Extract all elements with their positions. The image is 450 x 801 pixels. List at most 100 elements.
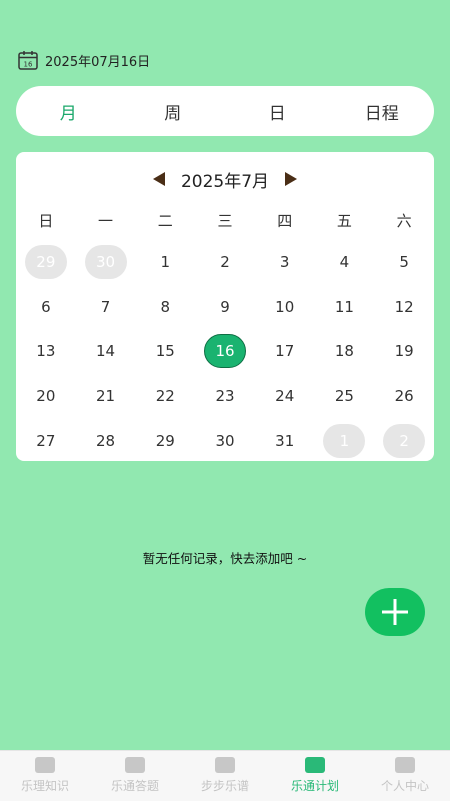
weekday-label: 五 bbox=[336, 212, 352, 230]
day-number: 15 bbox=[155, 342, 175, 361]
day-number: 13 bbox=[36, 342, 56, 361]
plus-icon bbox=[382, 599, 408, 625]
svg-text:16: 16 bbox=[24, 61, 33, 69]
tab-week[interactable]: 周 bbox=[121, 99, 226, 124]
tab-schedule[interactable]: 日程 bbox=[330, 99, 435, 124]
day-cell[interactable]: 26 bbox=[374, 374, 434, 419]
day-cell[interactable]: 27 bbox=[16, 418, 76, 463]
weekday-label: 二 bbox=[157, 212, 173, 230]
tab-day[interactable]: 日 bbox=[225, 99, 330, 124]
day-cell[interactable]: 9 bbox=[195, 285, 255, 330]
bottom-nav: 乐理知识 乐通答题 步步乐谱 乐通计划 个人中心 bbox=[0, 750, 450, 801]
weekday-label: 一 bbox=[98, 212, 114, 230]
day-cell[interactable]: 8 bbox=[135, 285, 195, 330]
day-number: 23 bbox=[215, 387, 235, 406]
day-number: 14 bbox=[96, 342, 116, 361]
current-date-row: 16 2025年07月16日 bbox=[17, 49, 150, 71]
nav-item-music-theory[interactable]: 乐理知识 bbox=[0, 751, 90, 801]
day-cell[interactable]: 11 bbox=[315, 285, 375, 330]
day-number: 17 bbox=[275, 342, 295, 361]
day-cell[interactable]: 14 bbox=[76, 329, 136, 374]
day-number: 12 bbox=[394, 297, 414, 316]
day-cell-adjacent-month[interactable]: 2 bbox=[374, 418, 434, 463]
nav-item-profile[interactable]: 个人中心 bbox=[360, 751, 450, 801]
day-number: 21 bbox=[96, 387, 116, 406]
view-tabs: 月 周 日 日程 bbox=[16, 86, 434, 136]
day-cell[interactable]: 2 bbox=[195, 240, 255, 285]
nav-item-quiz[interactable]: 乐通答题 bbox=[90, 751, 180, 801]
quiz-icon bbox=[125, 757, 145, 773]
day-cell-today[interactable]: 16 bbox=[195, 329, 255, 374]
day-cell[interactable]: 12 bbox=[374, 285, 434, 330]
calendar-card: 2025年7月 日一二三四五六 29 30 1 2 3 4 5 6 7 8 9 10 11 12 13 14 1… bbox=[16, 152, 434, 461]
day-cell[interactable]: 21 bbox=[76, 374, 136, 419]
day-number: 20 bbox=[36, 387, 56, 406]
day-number: 1 bbox=[323, 423, 366, 458]
day-cell[interactable]: 25 bbox=[315, 374, 375, 419]
day-cell[interactable]: 19 bbox=[374, 329, 434, 374]
day-number: 1 bbox=[160, 253, 171, 272]
prev-month-icon[interactable] bbox=[151, 171, 167, 187]
day-cell-adjacent-month[interactable]: 29 bbox=[16, 240, 76, 285]
day-cell-adjacent-month[interactable]: 30 bbox=[76, 240, 136, 285]
tab-month[interactable]: 月 bbox=[16, 99, 121, 124]
empty-state-message: 暂无任何记录，快去添加吧 ~ bbox=[142, 551, 308, 566]
day-number: 25 bbox=[334, 387, 354, 406]
day-number: 11 bbox=[334, 297, 354, 316]
music-theory-icon bbox=[35, 757, 55, 773]
day-cell[interactable]: 18 bbox=[315, 329, 375, 374]
day-cell[interactable]: 28 bbox=[76, 418, 136, 463]
nav-label: 乐理知识 bbox=[20, 779, 69, 793]
day-cell[interactable]: 13 bbox=[16, 329, 76, 374]
calendar-grid: 29 30 1 2 3 4 5 6 7 8 9 10 11 12 13 14 15 16 17 18 19 20 21 22 2… bbox=[16, 240, 434, 463]
profile-icon bbox=[395, 757, 415, 773]
nav-item-plan[interactable]: 乐通计划 bbox=[270, 751, 360, 801]
day-cell[interactable]: 17 bbox=[255, 329, 315, 374]
day-cell[interactable]: 4 bbox=[315, 240, 375, 285]
day-cell[interactable]: 23 bbox=[195, 374, 255, 419]
day-number: 7 bbox=[100, 297, 111, 316]
day-cell[interactable]: 30 bbox=[195, 418, 255, 463]
day-number: 3 bbox=[279, 253, 290, 272]
weekday-label: 三 bbox=[217, 212, 233, 230]
day-cell[interactable]: 15 bbox=[135, 329, 195, 374]
day-number: 22 bbox=[155, 387, 175, 406]
weekday-label: 日 bbox=[38, 212, 54, 230]
next-month-icon[interactable] bbox=[283, 171, 299, 187]
day-number: 29 bbox=[24, 245, 67, 280]
day-cell[interactable]: 24 bbox=[255, 374, 315, 419]
day-cell[interactable]: 20 bbox=[16, 374, 76, 419]
day-cell[interactable]: 22 bbox=[135, 374, 195, 419]
day-number: 28 bbox=[96, 431, 116, 450]
nav-item-sheet-music[interactable]: 步步乐谱 bbox=[180, 751, 270, 801]
day-number: 18 bbox=[334, 342, 354, 361]
day-number: 30 bbox=[84, 245, 127, 280]
current-date: 2025年07月16日 bbox=[45, 54, 151, 70]
month-label: 2025年7月 bbox=[180, 171, 270, 192]
calendar-icon: 16 bbox=[18, 51, 38, 70]
plan-icon bbox=[305, 757, 325, 773]
day-cell[interactable]: 31 bbox=[255, 418, 315, 463]
weekday-label: 六 bbox=[396, 212, 412, 230]
day-number: 24 bbox=[275, 387, 295, 406]
day-number: 10 bbox=[275, 297, 295, 316]
day-cell[interactable]: 6 bbox=[16, 285, 76, 330]
day-number: 2 bbox=[220, 253, 230, 272]
day-cell[interactable]: 10 bbox=[255, 285, 315, 330]
day-number: 16 bbox=[203, 334, 246, 369]
day-cell[interactable]: 1 bbox=[135, 240, 195, 285]
day-cell[interactable]: 5 bbox=[374, 240, 434, 285]
day-number: 27 bbox=[36, 431, 56, 450]
nav-label: 乐通答题 bbox=[110, 779, 159, 793]
add-button[interactable] bbox=[365, 588, 425, 636]
nav-label: 乐通计划 bbox=[290, 779, 339, 793]
day-number: 19 bbox=[394, 342, 414, 361]
nav-label: 步步乐谱 bbox=[200, 779, 249, 793]
day-cell[interactable]: 3 bbox=[255, 240, 315, 285]
weekday-label: 四 bbox=[277, 212, 293, 230]
day-cell[interactable]: 7 bbox=[76, 285, 136, 330]
day-cell-adjacent-month[interactable]: 1 bbox=[315, 418, 375, 463]
nav-label: 个人中心 bbox=[380, 779, 429, 793]
day-cell[interactable]: 29 bbox=[135, 418, 195, 463]
day-number: 5 bbox=[399, 253, 409, 272]
